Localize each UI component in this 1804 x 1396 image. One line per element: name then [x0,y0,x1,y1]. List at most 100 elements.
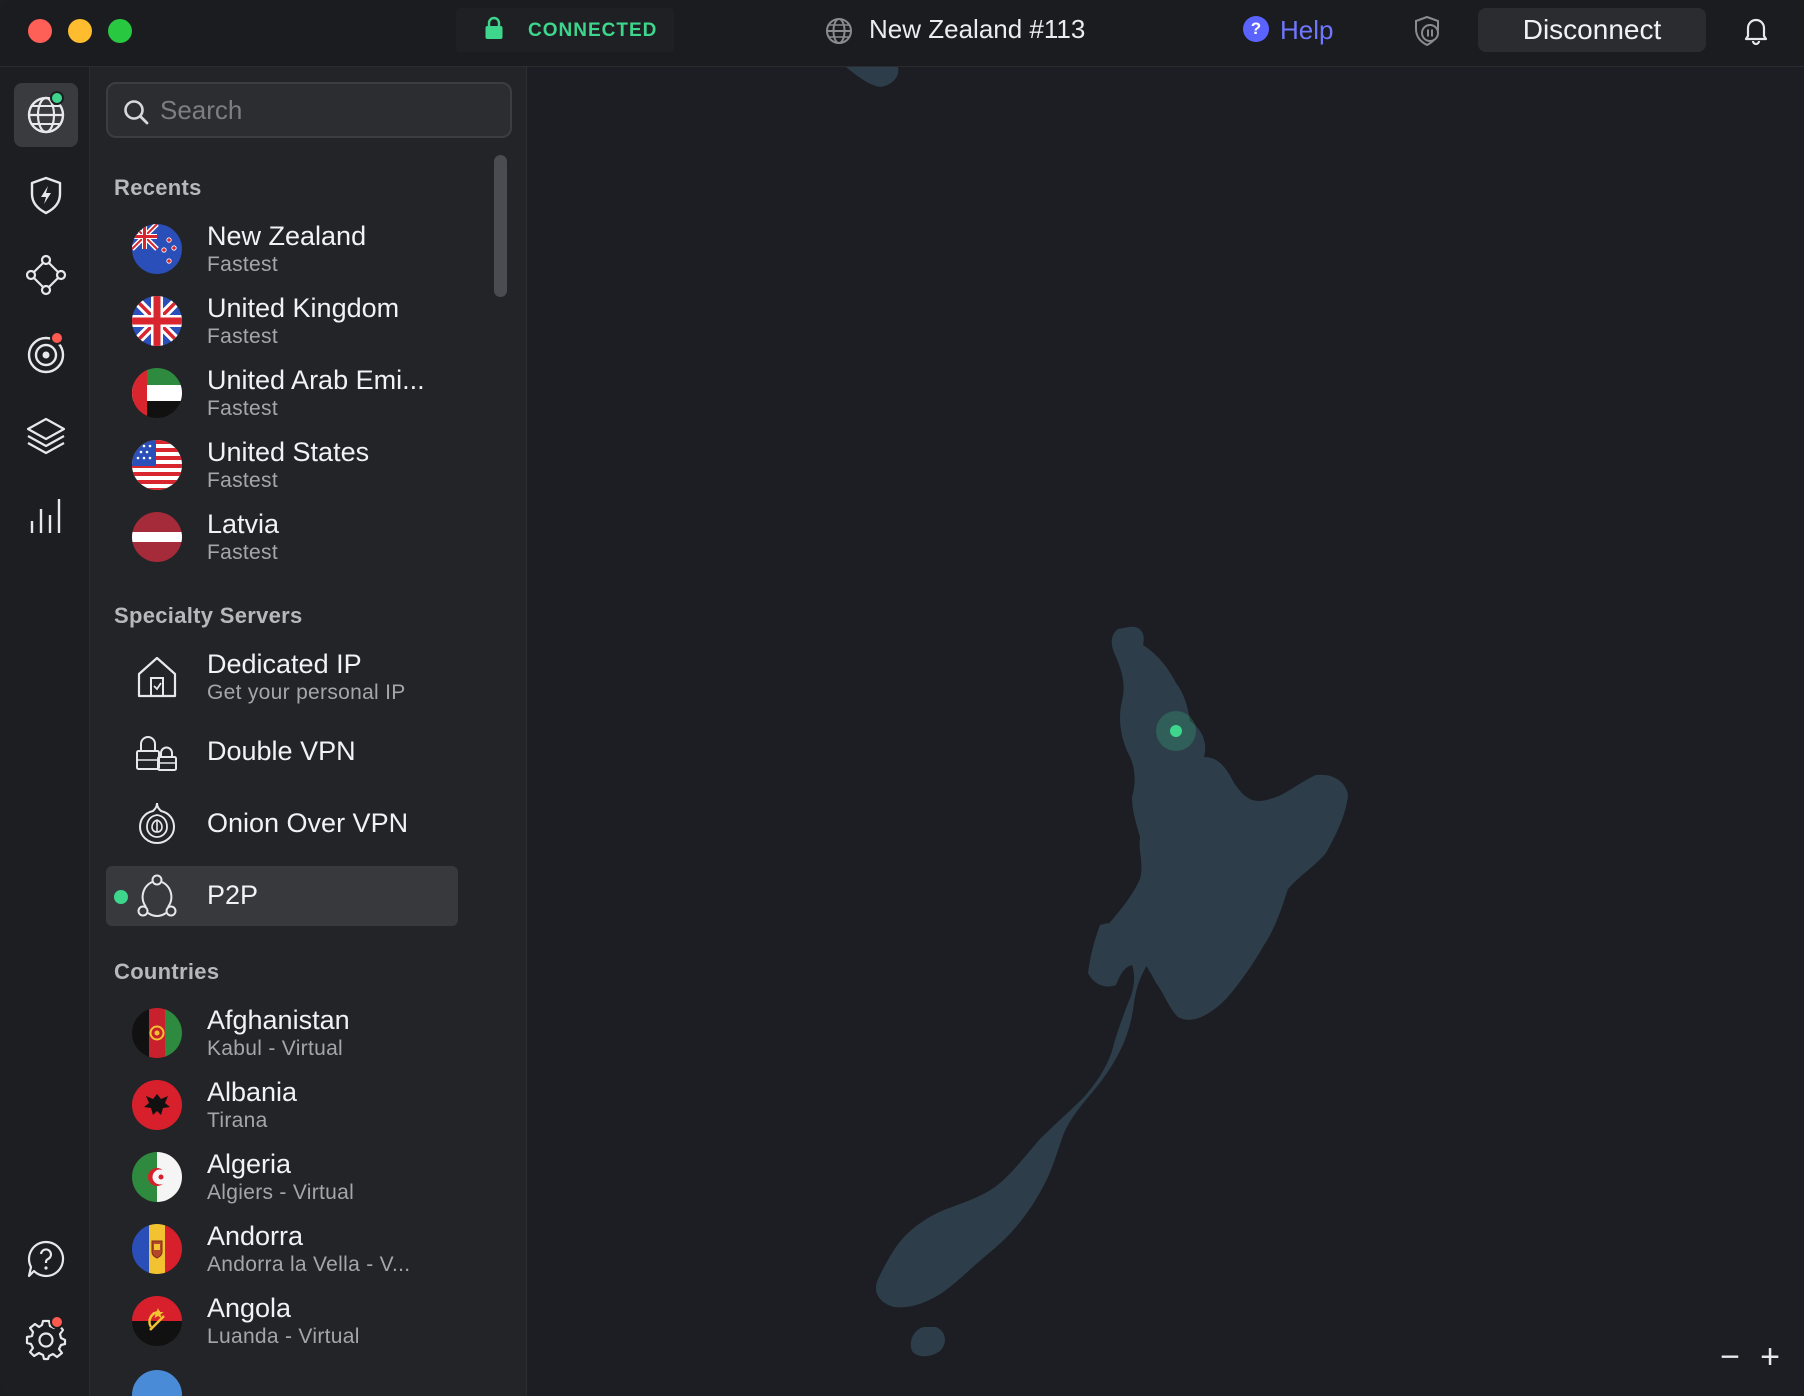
server-subtitle: Fastest [207,541,278,564]
nz-flag-icon [132,224,182,274]
server-name: Double VPN [207,736,356,766]
onion-icon [138,802,176,845]
server-subtitle: Tirana [207,1109,268,1132]
pause-shield-icon[interactable] [1410,14,1444,48]
globe-icon [826,18,852,44]
p2p-icon [137,874,177,917]
server-name: Onion Over VPN [207,808,409,838]
help-icon[interactable]: ? [1243,16,1269,42]
next-row-flag-peek [132,1370,182,1396]
connected-indicator [114,890,128,904]
zoom-window-button[interactable] [108,19,132,43]
server-subtitle: Fastest [207,397,278,420]
map-view[interactable]: − + [528,67,1804,1396]
rail-help-button[interactable] [14,1227,78,1291]
server-subtitle: Andorra la Vella - V... [207,1253,411,1276]
server-list-panel: Recents New Zealand Fastest [90,67,527,1396]
server-name: United States [207,437,370,467]
server-name: Algeria [207,1149,292,1179]
zoom-controls: − + [1710,1331,1796,1383]
double-lock-icon [136,736,177,771]
server-name: United Arab Emi... [207,365,425,395]
zoom-out-button[interactable]: − [1710,1331,1750,1383]
south-island [875,923,1168,1308]
meshnet-icon [25,254,67,296]
albania-flag-icon [132,1080,182,1130]
bell-icon[interactable] [1742,14,1770,46]
rail-settings-button[interactable] [14,1307,78,1371]
recent-row-united-states[interactable]: United States Fastest [106,435,458,495]
specialty-row-p2p[interactable]: P2P [106,866,458,926]
server-location-marker[interactable] [1170,725,1182,737]
angola-flag-icon [132,1296,182,1346]
layers-icon [26,417,66,455]
rail-specialty-button[interactable] [14,403,78,467]
country-row-angola[interactable]: Angola Luanda - Virtual [106,1291,458,1351]
rail-stats-button[interactable] [14,483,78,547]
server-subtitle: Fastest [207,253,278,276]
specialty-servers-heading: Specialty Servers [114,603,303,628]
rail-countries-button[interactable] [14,83,78,147]
recent-row-united-kingdom[interactable]: United Kingdom Fastest [106,291,458,351]
server-name: Andorra [207,1221,304,1251]
country-row-albania[interactable]: Albania Tirana [106,1075,458,1135]
us-flag-icon [132,440,182,490]
server-subtitle: Get your personal IP [207,681,406,704]
countries-heading: Countries [114,959,220,984]
server-name: New Zealand [207,221,367,251]
alert-badge [50,331,64,345]
server-name: Albania [207,1077,298,1107]
specialty-row-dedicated-ip[interactable]: Dedicated IP Get your personal IP [106,647,458,707]
server-name: P2P [207,880,259,910]
house-icon [137,656,177,698]
server-name: United Kingdom [207,293,400,323]
recents-heading: Recents [114,175,202,200]
server-name: Dedicated IP [207,649,362,679]
latvia-flag-icon [132,512,182,562]
connected-server-name[interactable]: New Zealand #113 [869,14,1085,45]
server-name: Angola [207,1293,292,1323]
nordvpn-window: CONNECTED New Zealand #113 ? Help Discon… [0,0,1804,1396]
scrollbar-thumb[interactable] [494,155,507,297]
help-chat-icon [27,1240,65,1278]
rail-dark-web-monitor-button[interactable] [14,323,78,387]
rail-threat-protection-button[interactable] [14,163,78,227]
search-icon [124,100,149,125]
country-row-afghanistan[interactable]: Afghanistan Kabul - Virtual [106,1003,458,1063]
recent-row-united-arab-emirates[interactable]: United Arab Emi... Fastest [106,363,458,423]
specialty-row-onion-over-vpn[interactable]: Onion Over VPN [106,794,458,854]
title-bar: CONNECTED New Zealand #113 ? Help Discon… [0,0,1804,67]
recent-row-new-zealand[interactable]: New Zealand Fastest [106,219,458,279]
uk-flag-icon [132,296,182,346]
search-input[interactable] [160,92,490,128]
server-name: Afghanistan [207,1005,350,1035]
close-window-button[interactable] [28,19,52,43]
specialty-row-double-vpn[interactable]: Double VPN [106,722,458,782]
afghanistan-flag-icon [132,1008,182,1058]
algeria-flag-icon [132,1152,182,1202]
rail-meshnet-button[interactable] [14,243,78,307]
stewart-island [910,1327,945,1357]
server-subtitle: Fastest [207,325,278,348]
zoom-in-button[interactable]: + [1750,1331,1790,1383]
help-link[interactable]: Help [1280,15,1333,46]
server-subtitle: Kabul - Virtual [207,1037,344,1060]
landmass-top [846,67,899,87]
country-row-andorra[interactable]: Andorra Andorra la Vella - V... [106,1219,458,1279]
lock-icon [485,16,503,39]
search-box[interactable] [106,82,512,138]
new-zealand-map [846,67,1348,1357]
uae-flag-icon [132,368,182,418]
server-subtitle: Luanda - Virtual [207,1325,360,1348]
alert-badge [50,1315,64,1329]
connection-status: CONNECTED [528,20,658,41]
minimize-window-button[interactable] [68,19,92,43]
shield-bolt-icon [30,176,62,215]
server-subtitle: Algiers - Virtual [207,1181,355,1204]
disconnect-button[interactable]: Disconnect [1478,8,1706,52]
stats-bars-icon [30,499,61,533]
navigation-rail [0,67,90,1396]
recent-row-latvia[interactable]: Latvia Fastest [106,507,458,567]
country-row-algeria[interactable]: Algeria Algiers - Virtual [106,1147,458,1207]
server-name: Latvia [207,509,280,539]
